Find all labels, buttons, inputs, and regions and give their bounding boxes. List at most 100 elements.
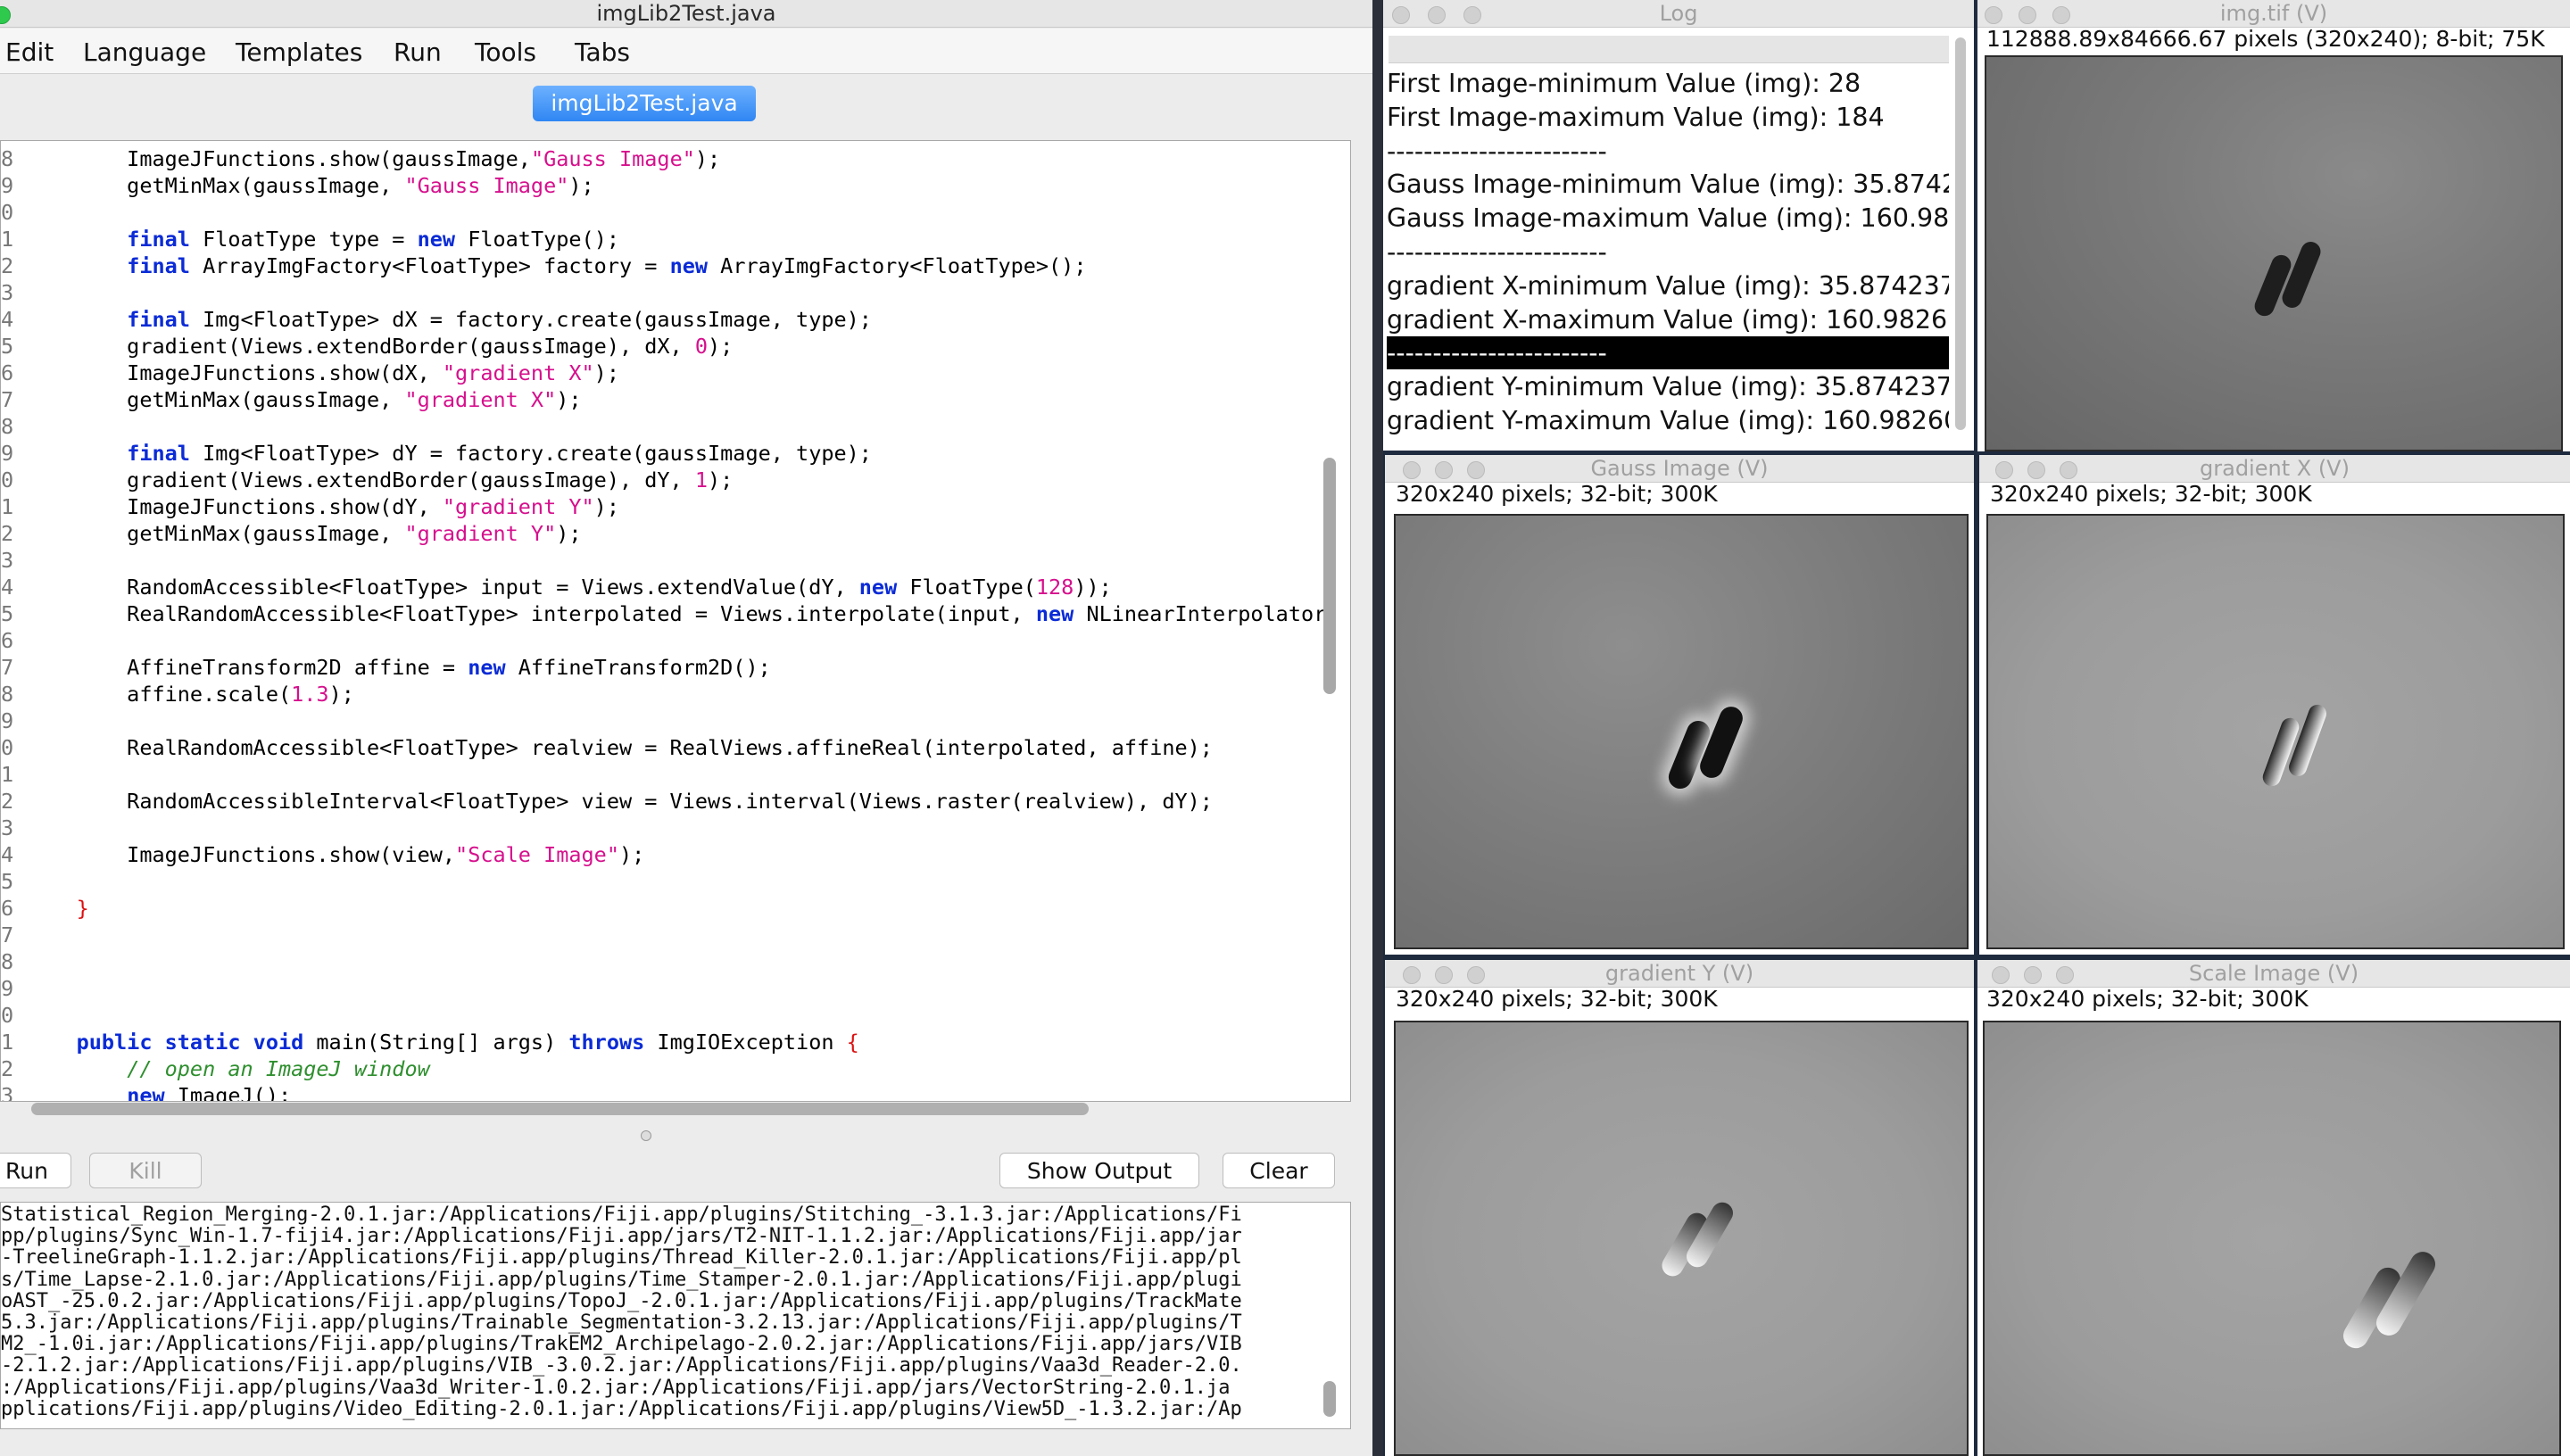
code-line[interactable]: 0 gradient(Views.extendBorder(gaussImage… (1, 467, 733, 493)
zoom-window-icon[interactable] (0, 6, 11, 24)
log-line[interactable]: Gauss Image-minimum Value (img): 35.8742… (1387, 168, 1949, 201)
log-title-bar[interactable]: Log (1383, 0, 1974, 28)
menu-edit[interactable]: Edit (5, 37, 54, 67)
log-line[interactable]: First Image-minimum Value (img): 28 (1387, 67, 1949, 100)
code-line[interactable]: 0 (1, 199, 26, 226)
code-line[interactable]: 5 RealRandomAccessible<FloatType> interp… (1, 600, 1326, 627)
gradient-x-canvas[interactable] (1986, 514, 2565, 949)
code-line[interactable]: 8 (1, 413, 26, 440)
log-line[interactable]: gradient Y-minimum Value (img): 35.87423… (1387, 370, 1949, 403)
code-line[interactable]: 2 RandomAccessibleInterval<FloatType> vi… (1, 788, 1213, 815)
zoom-window-icon[interactable] (2052, 6, 2070, 24)
code-line[interactable]: 8 affine.scale(1.3); (1, 681, 354, 707)
splitter-handle[interactable] (641, 1130, 651, 1141)
log-line[interactable]: ------------------------ (1387, 236, 1949, 269)
code-vertical-scrollbar[interactable] (1323, 458, 1336, 694)
zoom-window-icon[interactable] (1463, 6, 1481, 24)
line-number: 5 (1, 334, 14, 359)
zoom-window-icon[interactable] (1467, 966, 1485, 984)
code-line[interactable]: 7 (1, 922, 26, 948)
code-editor[interactable]: 8 ImageJFunctions.show(gaussImage,"Gauss… (0, 140, 1351, 1102)
log-line[interactable]: gradient X-minimum Value (img): 35.87423… (1387, 269, 1949, 302)
code-line[interactable]: 3 (1, 815, 26, 841)
minimize-window-icon[interactable] (2027, 461, 2045, 479)
editor-title-bar[interactable]: imgLib2Test.java (0, 0, 1372, 28)
code-line[interactable]: 0 RealRandomAccessible<FloatType> realvi… (1, 734, 1213, 761)
code-line[interactable]: 7 getMinMax(gaussImage, "gradient X"); (1, 386, 582, 413)
log-scrollbar[interactable] (1955, 37, 1966, 430)
minimize-window-icon[interactable] (1435, 461, 1453, 479)
zoom-window-icon[interactable] (2060, 461, 2077, 479)
minimize-window-icon[interactable] (2019, 6, 2036, 24)
code-line[interactable]: 3 (1, 279, 26, 306)
code-line[interactable]: 4 final Img<FloatType> dX = factory.crea… (1, 306, 872, 333)
tab-imglib2test[interactable]: imgLib2Test.java (533, 86, 756, 121)
scale-title-bar[interactable]: Scale Image (V) (1977, 960, 2570, 988)
gradient-y-canvas[interactable] (1394, 1021, 1969, 1456)
code-line[interactable]: 9 getMinMax(gaussImage, "Gauss Image"); (1, 172, 594, 199)
code-line[interactable]: 2 final ArrayImgFactory<FloatType> facto… (1, 252, 1086, 279)
code-line[interactable]: 8 ImageJFunctions.show(gaussImage,"Gauss… (1, 145, 720, 172)
show-output-button[interactable]: Show Output (999, 1153, 1199, 1188)
menu-tools[interactable]: Tools (475, 37, 536, 67)
menu-tabs[interactable]: Tabs (575, 37, 630, 67)
img-tif-canvas[interactable] (1985, 55, 2563, 451)
code-line[interactable]: 3 (1, 547, 26, 574)
close-window-icon[interactable] (1992, 966, 2010, 984)
menu-language[interactable]: Language (83, 37, 206, 67)
gradient-y-title-bar[interactable]: gradient Y (V) (1385, 960, 1974, 988)
code-line[interactable]: 5 (1, 868, 26, 895)
minimize-window-icon[interactable] (1428, 6, 1446, 24)
code-token: ); (708, 467, 734, 492)
log-line[interactable]: gradient X-maximum Value (img): 160.9826… (1387, 303, 1949, 336)
run-button[interactable]: Run (0, 1153, 71, 1188)
minimize-window-icon[interactable] (2024, 966, 2042, 984)
output-console[interactable]: Statistical_Region_Merging-2.0.1.jar:/Ap… (0, 1202, 1351, 1429)
code-line[interactable]: 9 (1, 975, 26, 1002)
code-line[interactable]: 6 (1, 627, 26, 654)
scale-canvas[interactable] (1983, 1021, 2561, 1456)
code-line[interactable]: 1 public static void main(String[] args)… (1, 1029, 859, 1055)
code-token: 0 (694, 334, 709, 359)
code-line[interactable]: 4 ImageJFunctions.show(view,"Scale Image… (1, 841, 644, 868)
code-line[interactable]: 6 } (1, 895, 89, 922)
code-horizontal-scrollbar[interactable] (31, 1103, 1089, 1115)
close-window-icon[interactable] (1995, 461, 2013, 479)
code-line[interactable]: 1 final FloatType type = new FloatType()… (1, 226, 619, 252)
menu-run[interactable]: Run (394, 37, 442, 67)
console-scrollbar[interactable] (1323, 1381, 1336, 1417)
code-line[interactable]: 6 ImageJFunctions.show(dX, "gradient X")… (1, 360, 619, 386)
img-tif-title-bar[interactable]: img.tif (V) (1977, 0, 2570, 28)
code-line[interactable]: 1 (1, 761, 26, 788)
close-window-icon[interactable] (1403, 461, 1421, 479)
log-line[interactable]: ------------------------ (1387, 336, 1949, 370)
code-line[interactable]: 5 gradient(Views.extendBorder(gaussImage… (1, 333, 733, 360)
code-line[interactable]: 4 RandomAccessible<FloatType> input = Vi… (1, 574, 1112, 600)
close-window-icon[interactable] (1985, 6, 2002, 24)
code-line[interactable]: 2 // open an ImageJ window (1, 1055, 430, 1082)
close-window-icon[interactable] (1392, 6, 1410, 24)
close-window-icon[interactable] (1403, 966, 1421, 984)
log-line[interactable]: ------------------------ (1387, 135, 1949, 168)
line-number: 8 (1, 682, 14, 707)
code-line[interactable]: 3 new ImageJ(); (1, 1082, 291, 1101)
clear-button[interactable]: Clear (1223, 1153, 1335, 1188)
zoom-window-icon[interactable] (1467, 461, 1485, 479)
log-line[interactable]: gradient Y-maximum Value (img): 160.9826… (1387, 404, 1949, 437)
code-line[interactable]: 7 AffineTransform2D affine = new AffineT… (1, 654, 771, 681)
code-line[interactable]: 2 getMinMax(gaussImage, "gradient Y"); (1, 520, 582, 547)
menu-templates[interactable]: Templates (236, 37, 362, 67)
log-line[interactable]: Gauss Image-maximum Value (img): 160.982… (1387, 202, 1949, 235)
kill-button[interactable]: Kill (89, 1153, 202, 1188)
code-line[interactable]: 0 (1, 1002, 26, 1029)
zoom-window-icon[interactable] (2056, 966, 2074, 984)
code-line[interactable]: 9 final Img<FloatType> dY = factory.crea… (1, 440, 872, 467)
minimize-window-icon[interactable] (1435, 966, 1453, 984)
gauss-canvas[interactable] (1394, 514, 1969, 949)
code-line[interactable]: 1 ImageJFunctions.show(dY, "gradient Y")… (1, 493, 619, 520)
log-line[interactable]: First Image-maximum Value (img): 184 (1387, 101, 1949, 134)
code-line[interactable]: 9 (1, 707, 26, 734)
gradient-x-title-bar[interactable]: gradient X (V) (1979, 455, 2570, 483)
code-line[interactable]: 8 (1, 948, 26, 975)
gauss-title-bar[interactable]: Gauss Image (V) (1385, 455, 1974, 483)
